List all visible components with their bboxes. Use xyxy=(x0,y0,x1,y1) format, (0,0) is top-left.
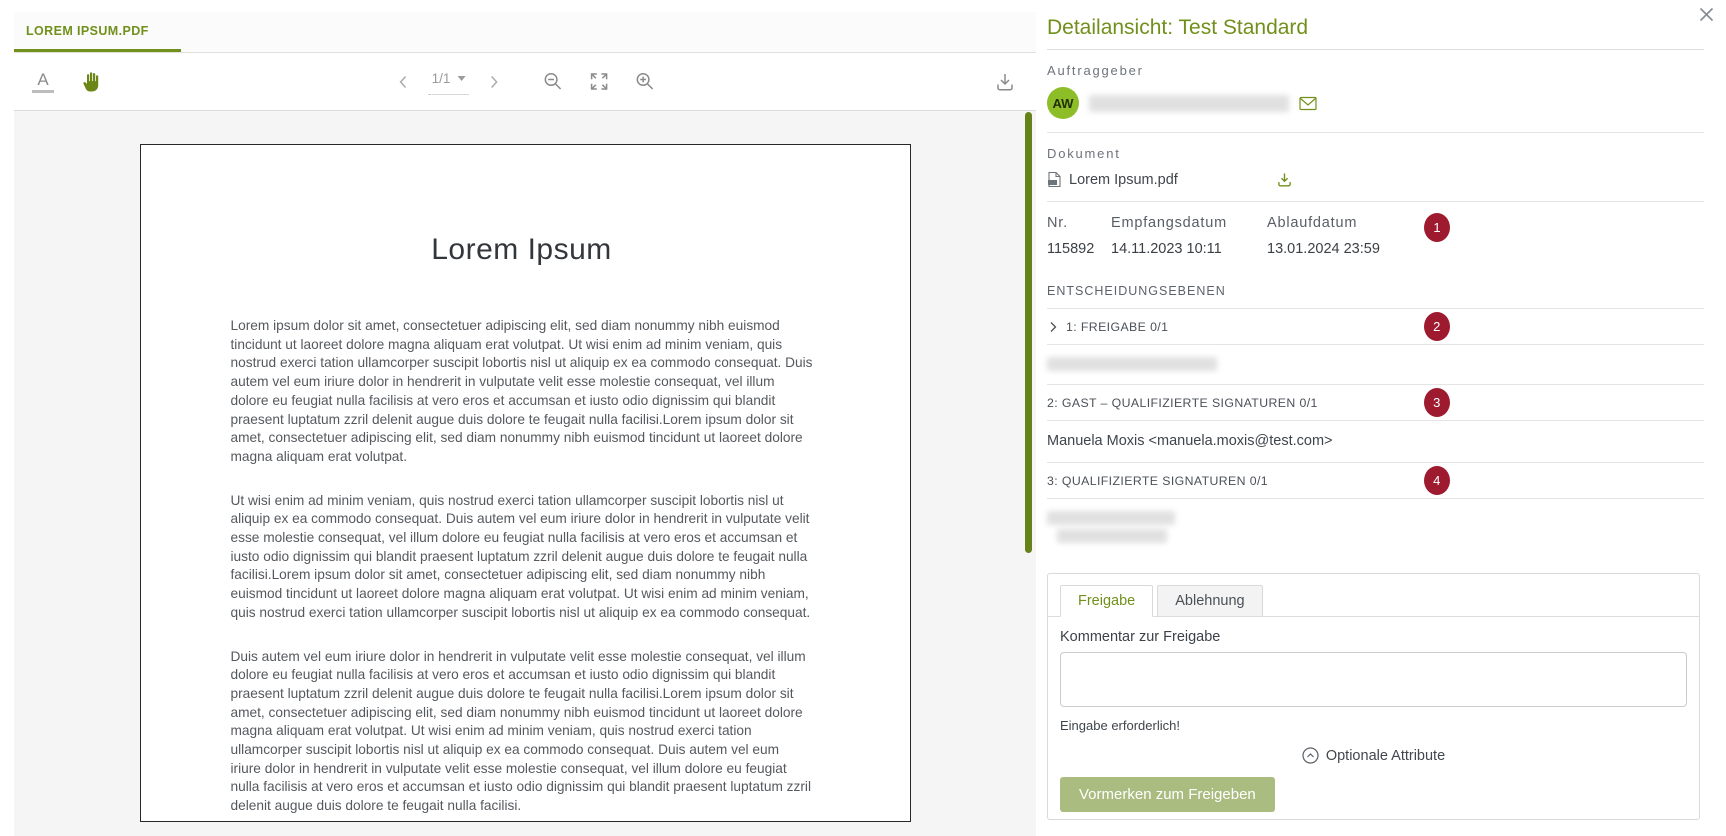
document-tab-label: LOREM IPSUM.PDF xyxy=(26,24,149,38)
level-3-title: 3: QUALIFIZIERTE SIGNATUREN 0/1 xyxy=(1047,474,1268,488)
pdf-page: Lorem Ipsum Lorem ipsum dolor sit amet, … xyxy=(140,144,911,822)
document-meta-table: Nr. Empfangsdatum Ablaufdatum 115892 14.… xyxy=(1047,215,1704,257)
chevron-right-icon xyxy=(484,73,502,91)
meta-col-received: Empfangsdatum xyxy=(1111,215,1267,231)
pdf-viewer-panel: LOREM IPSUM.PDF A 1/ xyxy=(14,0,1036,836)
hand-icon xyxy=(82,70,106,94)
required-hint: Eingabe erforderlich! xyxy=(1060,718,1687,733)
hand-pan-tool-button[interactable] xyxy=(82,70,106,94)
pdf-file-icon xyxy=(1047,171,1062,188)
detail-panel-scrollbar[interactable] xyxy=(1025,112,1032,553)
text-select-underline xyxy=(32,90,54,93)
meta-value-row: 115892 14.11.2023 10:11 13.01.2024 23:59 xyxy=(1047,231,1704,257)
decision-levels-heading: ENTSCHEIDUNGSEBENEN xyxy=(1047,284,1704,308)
file-download-icon xyxy=(1275,170,1294,189)
document-file-name[interactable]: Lorem Ipsum.pdf xyxy=(1069,172,1178,188)
level-2-participant: Manuela Moxis <manuela.moxis@test.com> xyxy=(1047,420,1704,462)
tab-freigabe[interactable]: Freigabe xyxy=(1060,585,1153,617)
fullscreen-expand-icon xyxy=(588,71,609,92)
chevron-left-icon xyxy=(395,73,413,91)
document-file-row: Lorem Ipsum.pdf xyxy=(1047,170,1704,202)
previous-page-button[interactable] xyxy=(395,73,413,91)
level-2-header[interactable]: 2: GAST – QUALIFIZIERTE SIGNATUREN 0/1 3 xyxy=(1047,384,1704,420)
meta-value-expiry: 13.01.2024 23:59 xyxy=(1267,241,1704,257)
level-1-header[interactable]: 1: FREIGABE 0/1 2 xyxy=(1047,308,1704,344)
detail-panel-title: Detailansicht: Test Standard xyxy=(1047,16,1704,50)
submit-approval-button[interactable]: Vormerken zum Freigeben xyxy=(1060,777,1275,812)
level-3-header[interactable]: 3: QUALIFIZIERTE SIGNATUREN 0/1 4 xyxy=(1047,462,1704,498)
detail-panel: Detailansicht: Test Standard Auftraggebe… xyxy=(1047,0,1704,836)
document-section-label: Dokument xyxy=(1047,146,1704,161)
viewer-toolbar: A 1/1 xyxy=(14,53,1036,111)
status-badge-4: 4 xyxy=(1424,466,1450,495)
tab-ablehnung[interactable]: Ablehnung xyxy=(1157,585,1262,617)
approval-form: Kommentar zur Freigabe Eingabe erforderl… xyxy=(1048,617,1699,812)
participant-name-redacted xyxy=(1057,529,1167,543)
zoom-in-icon xyxy=(634,71,655,92)
participant-name-redacted xyxy=(1047,511,1175,525)
status-badge-3: 3 xyxy=(1424,388,1450,417)
page-indicator-dropdown[interactable]: 1/1 xyxy=(429,68,469,95)
pdf-paragraph: Duis autem vel eum iriure dolor in hendr… xyxy=(231,648,813,816)
client-section-label: Auftraggeber xyxy=(1047,63,1704,78)
zoom-in-button[interactable] xyxy=(634,71,655,92)
close-detail-button[interactable] xyxy=(1697,5,1716,24)
tool-group-left: A xyxy=(32,70,106,94)
client-name-redacted xyxy=(1089,95,1289,112)
level-1-title: 1: FREIGABE 0/1 xyxy=(1066,320,1168,334)
download-icon xyxy=(994,71,1016,93)
tab-lorem-ipsum-pdf[interactable]: LOREM IPSUM.PDF xyxy=(14,12,181,52)
app-window: LOREM IPSUM.PDF A 1/ xyxy=(0,0,1726,836)
optional-attributes-label: Optionale Attribute xyxy=(1326,748,1445,764)
zoom-out-icon xyxy=(542,71,563,92)
pdf-document-title: Lorem Ipsum xyxy=(231,233,813,267)
text-select-icon: A xyxy=(37,71,48,88)
meta-col-expiry: Ablaufdatum xyxy=(1267,215,1704,231)
pdf-paragraph: Ut wisi enim ad minim veniam, quis nostr… xyxy=(231,492,813,623)
comment-input[interactable] xyxy=(1060,652,1687,707)
optional-attributes-toggle[interactable]: Optionale Attribute xyxy=(1060,747,1687,764)
avatar: AW xyxy=(1047,87,1079,119)
meta-value-nr: 115892 xyxy=(1047,241,1111,257)
level-2-title: 2: GAST – QUALIFIZIERTE SIGNATUREN 0/1 xyxy=(1047,396,1318,410)
level-3-participant xyxy=(1047,498,1704,556)
fullscreen-button[interactable] xyxy=(588,71,609,92)
decision-action-card: Freigabe Ablehnung Kommentar zur Freigab… xyxy=(1047,573,1700,820)
pdf-paragraph: Lorem ipsum dolor sit amet, consectetuer… xyxy=(231,317,813,467)
download-document-button[interactable] xyxy=(994,71,1016,93)
file-download-button[interactable] xyxy=(1275,170,1294,189)
document-tab-bar: LOREM IPSUM.PDF xyxy=(14,12,1036,53)
text-select-tool-button[interactable]: A xyxy=(32,71,54,93)
level-1-participant xyxy=(1047,344,1704,384)
decision-tab-strip: Freigabe Ablehnung xyxy=(1048,574,1699,617)
chevron-right-icon xyxy=(1047,321,1059,333)
next-page-button[interactable] xyxy=(484,73,502,91)
page-navigation: 1/1 xyxy=(395,53,656,110)
zoom-tools xyxy=(542,71,655,92)
page-indicator-label: 1/1 xyxy=(432,71,451,86)
meta-value-received: 14.11.2023 10:11 xyxy=(1111,241,1267,257)
caret-down-icon xyxy=(457,76,465,81)
meta-header-row: Nr. Empfangsdatum Ablaufdatum xyxy=(1047,215,1704,231)
pdf-canvas-area[interactable]: Lorem Ipsum Lorem ipsum dolor sit amet, … xyxy=(14,111,1036,836)
zoom-out-button[interactable] xyxy=(542,71,563,92)
client-row: AW xyxy=(1047,87,1704,133)
envelope-icon xyxy=(1299,96,1317,111)
participant-name-redacted xyxy=(1047,357,1217,371)
status-badge-1: 1 xyxy=(1424,213,1450,242)
meta-col-nr: Nr. xyxy=(1047,215,1111,231)
send-mail-button[interactable] xyxy=(1299,96,1317,111)
close-icon xyxy=(1697,5,1716,24)
chevron-up-circle-icon xyxy=(1302,747,1319,764)
comment-label: Kommentar zur Freigabe xyxy=(1060,629,1687,645)
status-badge-2: 2 xyxy=(1424,312,1450,341)
